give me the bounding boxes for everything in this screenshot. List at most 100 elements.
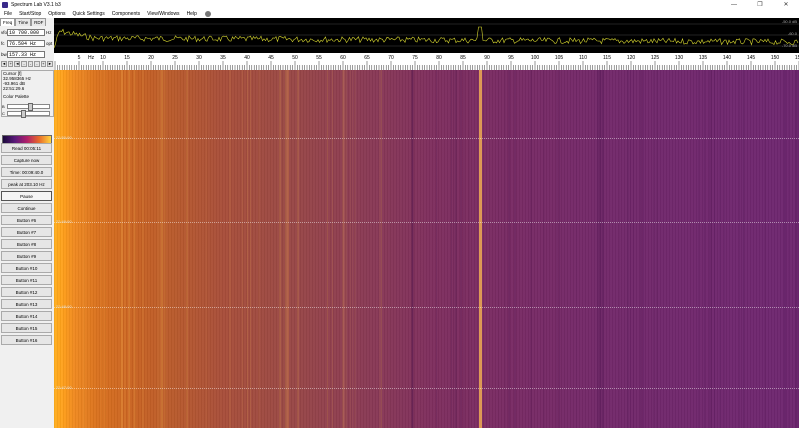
button-8[interactable]: Button #8 [1,239,52,249]
waterfall-streak [258,70,260,428]
scale-tick-label: 85 [460,55,466,61]
tab-rdf[interactable]: RDF [31,18,47,26]
scale-tick-label: 15 [124,55,130,61]
brightness-slider[interactable] [7,103,50,111]
tab-freq[interactable]: Freq [0,18,16,26]
tab-time[interactable]: Time [15,18,32,26]
step-left-2-icon[interactable]: ◄ [14,61,21,67]
waterfall-streak [124,70,126,428]
contrast-slider[interactable] [7,110,50,118]
fc-opt-button[interactable]: opt [46,41,52,46]
waterfall-streak [250,70,251,428]
time-button[interactable]: Time: 00:09:40.0 [1,167,52,177]
waterfall-streak [164,70,166,428]
step-left-icon[interactable]: ◄ [1,61,7,67]
scale-tick-label: 90 [484,55,490,61]
time-grid-line [54,222,799,223]
step-plus-2-button[interactable]: + [40,61,47,67]
spectrum-label-bot: -70.0 dB [781,43,797,48]
continue-button[interactable]: Continue [1,203,52,213]
waterfall-display[interactable]: 22:50:00 22:49:00 22:48:00 22:47:00 [54,70,799,428]
title-bar: Spectrum Lab V3.1 b3 — ❐ ✕ [0,0,799,9]
waterfall-streak [468,70,469,428]
control-panel: Freq Time RDF vfo 10 700.000 Hz fc 76.50… [0,18,55,428]
scale-tick-label: 120 [627,55,636,61]
scale-tick-label: 110 [579,55,587,61]
button-11[interactable]: Button #11 [1,275,52,285]
step-minus-3-button[interactable]: - [34,61,40,67]
waterfall-timestamp: 22:50:00 [56,135,72,140]
waterfall-streak [630,70,631,428]
scale-tick-label: 40 [244,55,250,61]
button-10[interactable]: Button #10 [1,263,52,273]
bw-field[interactable]: 157.33 Hz [7,50,45,58]
button-7[interactable]: Button #7 [1,227,52,237]
button-12[interactable]: Button #12 [1,287,52,297]
step-plus-button[interactable]: + [7,61,14,67]
waterfall-streak [102,70,103,428]
pause-button[interactable]: Pause [1,191,52,201]
button-14[interactable]: Button #14 [1,311,52,321]
button-13[interactable]: Button #13 [1,299,52,309]
frequency-scale[interactable]: 5 Hz 10 15 20 25 30 35 40 45 50 55 60 65 70 75 80 85 90 95 1… [54,53,799,71]
peak-button[interactable]: peak at 203.10 Hz [1,179,52,189]
minimize-button[interactable]: — [721,0,747,9]
read-button[interactable]: Read 00:05:11 [1,143,52,153]
scale-unit-label: Hz [88,55,95,61]
waterfall-streak [279,70,281,428]
waterfall-streak [724,70,725,428]
panel-tabs: Freq Time RDF [0,18,47,26]
waterfall-timestamp: 22:47:00 [56,385,72,390]
vfo-field[interactable]: 10 700.000 [7,28,45,36]
brightness-thumb[interactable] [28,103,34,111]
close-button[interactable]: ✕ [773,0,799,9]
fc-field[interactable]: 76.504 Hz [7,39,45,47]
button-9[interactable]: Button #9 [1,251,52,261]
menu-quick-settings[interactable]: Quick Settings [70,11,109,17]
waterfall-streak [242,70,243,428]
step-minus-button[interactable]: - [21,61,27,67]
window-controls: — ❐ ✕ [721,0,799,9]
waterfall-streak [599,70,601,428]
brightness-slider-row: B [2,103,50,111]
contrast-thumb[interactable] [20,110,26,118]
waterfall-streak [463,70,465,428]
scale-tick-label: 5 [78,55,81,61]
scale-tick-label: 60 [340,55,346,61]
waterfall-streak [508,70,509,428]
menu-options[interactable]: Options [45,11,69,17]
waterfall-streak [247,70,248,428]
button-6[interactable]: Button #6 [1,215,52,225]
waterfall-streak [162,70,163,428]
waterfall-streak [633,70,634,428]
waterfall-streak [352,70,353,428]
step-minus-2-button[interactable]: - [27,61,34,67]
menu-file[interactable]: File [0,11,16,17]
waterfall-streak [206,70,207,428]
spectrum-trace [54,26,799,49]
waterfall-streak [509,70,510,428]
waterfall-streak [739,70,740,428]
waterfall-streak [297,70,299,428]
scale-tick-label: 145 [747,55,756,61]
button-16[interactable]: Button #16 [1,335,52,345]
waterfall-streak [556,70,558,428]
waterfall-streak [530,70,531,428]
time-grid-line [54,138,799,139]
waterfall-streak [576,70,577,428]
spectrum-graph[interactable]: -50.0 dB -60.0 -70.0 dB [54,18,799,53]
waterfall-streak [544,70,545,428]
waterfall-streak [531,70,532,428]
cursor-time: 22:51:29.6 [3,86,25,91]
step-right-icon[interactable]: ► [47,61,54,67]
maximize-button[interactable]: ❐ [747,0,773,9]
menu-start-stop[interactable]: Start/Stop [16,11,45,17]
button-15[interactable]: Button #15 [1,323,52,333]
waterfall-streak [142,70,144,428]
menu-view-windows[interactable]: View/Windows [144,11,183,17]
waterfall-streak [698,70,699,428]
capture-now-button[interactable]: Capture now [1,155,52,165]
menu-components[interactable]: Components [109,11,144,17]
menu-help[interactable]: Help [184,11,201,17]
scale-tick-label: 100 [531,55,540,61]
